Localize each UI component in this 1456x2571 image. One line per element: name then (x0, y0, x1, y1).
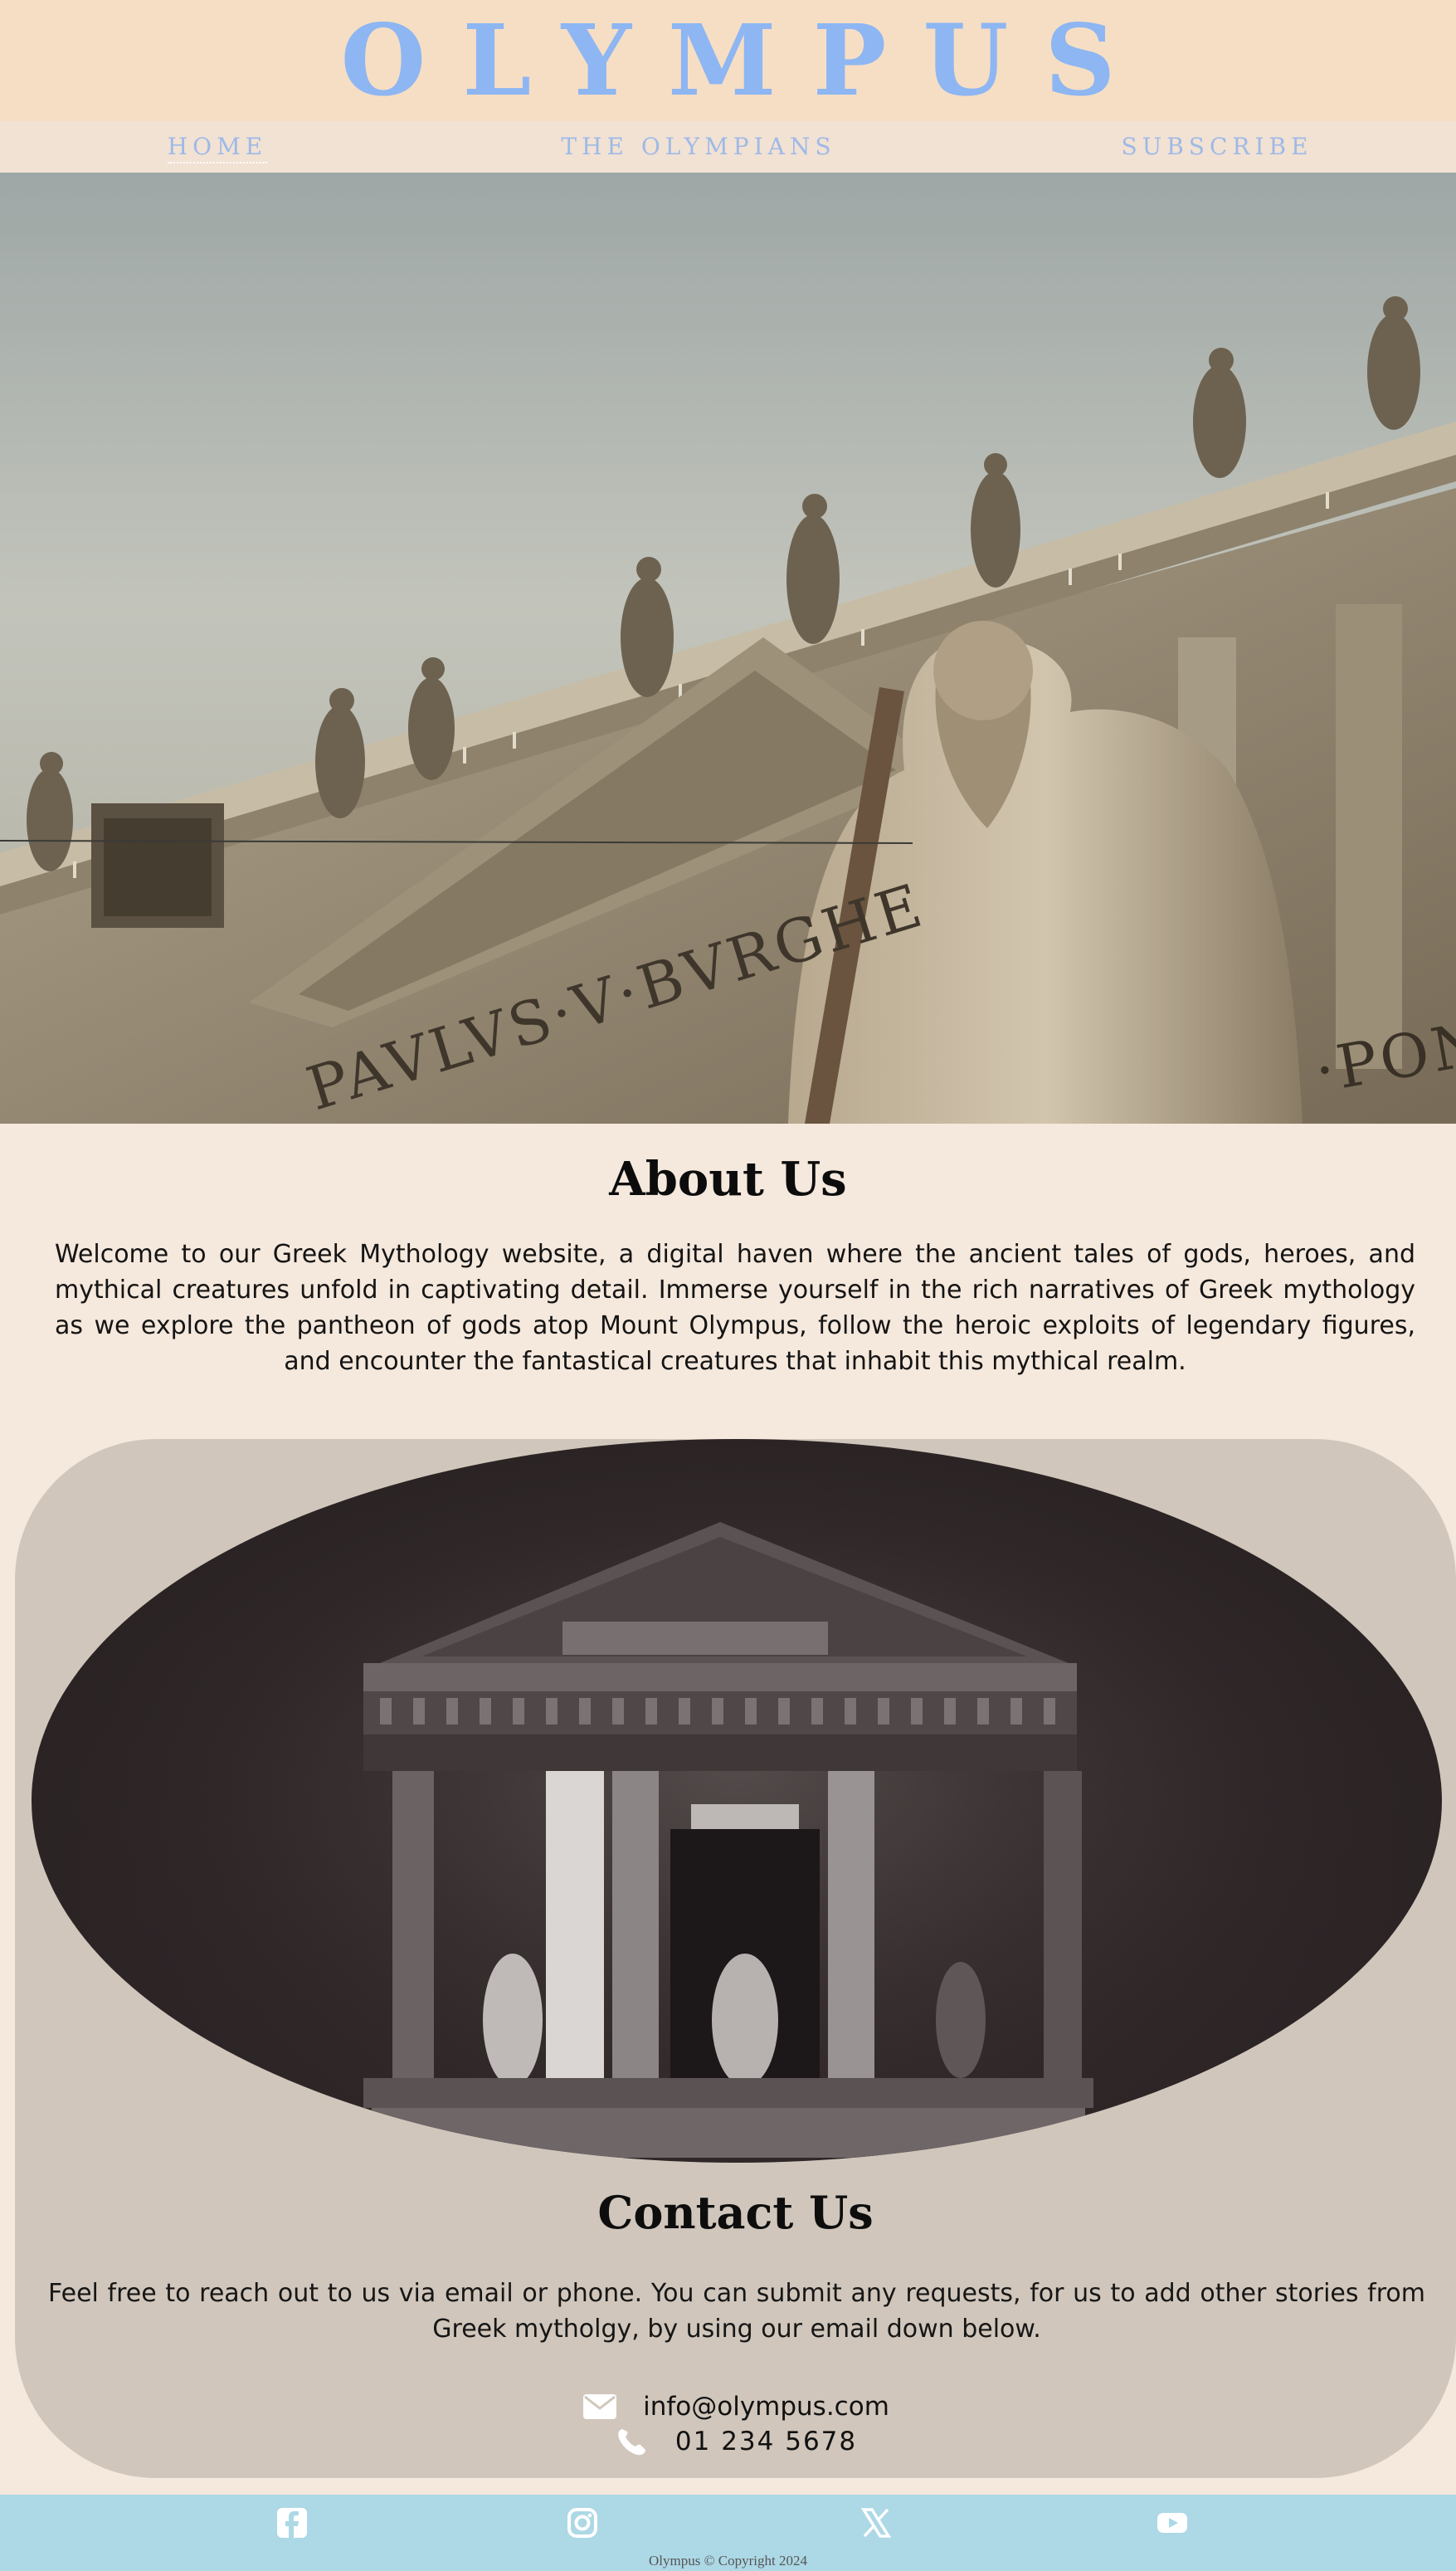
contact-phone[interactable]: 01 234 5678 (675, 2427, 857, 2456)
contact-email-row: info@olympus.com (15, 2392, 1456, 2422)
hero-image: PAVLVS·V·BVRGHE ·PON (0, 173, 1456, 1124)
about-title: About Us (609, 1152, 847, 1207)
temple-illustration (32, 1439, 1442, 2163)
site-footer: Olympus © Copyright 2024 (0, 2495, 1456, 2571)
hero-illustration: PAVLVS·V·BVRGHE ·PON (0, 173, 1456, 1124)
contact-phone-row: 01 234 5678 (15, 2427, 1456, 2456)
copyright-text: Olympus © Copyright 2024 (649, 2553, 807, 2569)
envelope-icon (582, 2392, 618, 2422)
contact-title: Contact Us (597, 2186, 874, 2239)
contact-text: Feel free to reach out to us via email o… (48, 2279, 1425, 2344)
contact-section: Contact Us Feel free to reach out to us … (15, 1439, 1456, 2478)
youtube-icon[interactable] (1156, 2506, 1189, 2539)
main-nav: HOME THE OLYMPIANS SUBSCRIBE (0, 121, 1456, 173)
contact-email[interactable]: info@olympus.com (643, 2392, 889, 2422)
instagram-icon[interactable] (566, 2506, 599, 2539)
x-icon[interactable] (859, 2506, 893, 2539)
nav-olympians-link[interactable]: THE OLYMPIANS (561, 133, 835, 160)
nav-subscribe-link[interactable]: SUBSCRIBE (1121, 133, 1312, 160)
facebook-icon[interactable] (275, 2506, 309, 2539)
temple-image (32, 1439, 1442, 2163)
about-text: Welcome to our Greek Mythology website, … (55, 1240, 1415, 1376)
nav-home-link[interactable]: HOME (167, 133, 268, 163)
site-logo[interactable]: OLYMPUS (304, 12, 1152, 110)
phone-icon (614, 2427, 650, 2456)
site-header: OLYMPUS (0, 0, 1456, 121)
